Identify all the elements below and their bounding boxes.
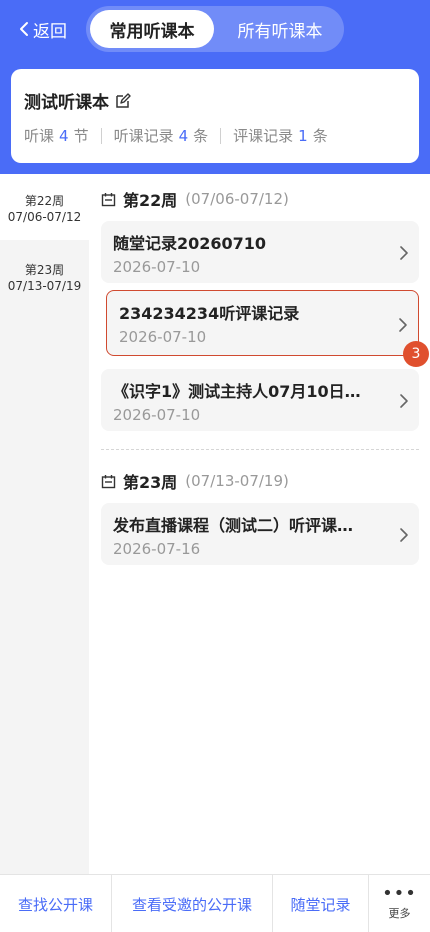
back-button[interactable]: 返回 — [18, 17, 67, 42]
stat-records-label: 听课记录 — [113, 127, 174, 145]
record-date: 2026-07-10 — [113, 406, 201, 424]
week-header: 第23周 (07/13-07/19) — [101, 469, 289, 493]
tab-all-books[interactable]: 所有听课本 — [220, 10, 340, 48]
chevron-right-icon — [400, 394, 408, 408]
find-public-class-button[interactable]: 查找公开课 — [0, 875, 112, 932]
week-label: 第22周 — [123, 191, 178, 210]
calendar-icon — [101, 192, 116, 206]
record-item[interactable]: 发布直播课程（测试二）听评课… 2026-07-16 — [101, 503, 419, 565]
more-button[interactable]: ••• 更多 — [369, 875, 430, 932]
stat-lessons-unit: 节 — [73, 127, 89, 145]
sidebar-week-range: 07/06-07/12 — [7, 210, 82, 224]
book-stats: 听课 4 节 听课记录 4 条 评课记录 1 条 — [24, 125, 328, 146]
sidebar-week-label: 第22周 — [24, 194, 65, 208]
record-date: 2026-07-10 — [119, 328, 207, 346]
bottom-action-bar: 查找公开课 查看受邀的公开课 随堂记录 ••• 更多 — [0, 874, 430, 932]
week-label: 第23周 — [123, 473, 178, 492]
record-title: 234234234听评课记录 — [119, 304, 300, 323]
week-divider — [101, 449, 419, 450]
count-badge: 3 — [403, 341, 429, 367]
chevron-right-icon — [400, 528, 408, 542]
chevron-right-icon — [399, 318, 407, 332]
week-range: (07/13-07/19) — [185, 472, 289, 490]
more-label: 更多 — [388, 907, 411, 920]
stat-reviews-value: 1 — [298, 126, 308, 145]
week-sidebar: 第22周 07/06-07/12 第23周 07/13-07/19 — [0, 174, 89, 874]
book-title: 测试听课本 — [24, 93, 109, 113]
record-title: 《识字1》测试主持人07月10日… — [113, 382, 361, 401]
stat-records-unit: 条 — [193, 127, 209, 145]
stat-divider — [220, 127, 222, 144]
record-date: 2026-07-16 — [113, 540, 201, 558]
tab-common-books[interactable]: 常用听课本 — [90, 10, 214, 48]
stat-reviews-label: 评课记录 — [233, 127, 294, 145]
classroom-record-button[interactable]: 随堂记录 — [273, 875, 369, 932]
edit-icon[interactable] — [115, 92, 131, 109]
book-info-card: 测试听课本 听课 4 节 听课记录 4 条 评课记录 1 条 — [11, 69, 419, 163]
record-item-highlighted[interactable]: 234234234听评课记录 2026-07-10 — [106, 290, 419, 356]
record-item[interactable]: 随堂记录20260710 2026-07-10 — [101, 221, 419, 283]
chevron-right-icon — [400, 246, 408, 260]
book-title-row: 测试听课本 — [24, 88, 131, 113]
record-title: 随堂记录20260710 — [113, 234, 267, 253]
stat-records-value: 4 — [178, 126, 189, 145]
sidebar-week-label: 第23周 — [24, 263, 65, 277]
back-label: 返回 — [33, 21, 67, 42]
record-title: 发布直播课程（测试二）听评课… — [113, 516, 354, 535]
stat-lessons-label: 听课 — [24, 127, 55, 145]
sidebar-item-week-22[interactable]: 第22周 07/06-07/12 — [0, 174, 89, 240]
more-dots-icon: ••• — [382, 883, 417, 904]
stat-reviews-unit: 条 — [312, 127, 328, 145]
stat-lessons-value: 4 — [59, 126, 69, 145]
record-date: 2026-07-10 — [113, 258, 201, 276]
record-item[interactable]: 《识字1》测试主持人07月10日… 2026-07-10 — [101, 369, 419, 431]
calendar-icon — [101, 474, 116, 488]
book-type-switcher: 常用听课本 所有听课本 — [86, 6, 344, 52]
view-invited-class-button[interactable]: 查看受邀的公开课 — [112, 875, 273, 932]
sidebar-week-range: 07/13-07/19 — [7, 279, 82, 293]
week-range: (07/06-07/12) — [185, 190, 289, 208]
sidebar-item-week-23[interactable]: 第23周 07/13-07/19 — [0, 243, 89, 309]
chevron-left-icon — [20, 22, 28, 36]
stat-divider — [100, 127, 102, 144]
week-header: 第22周 (07/06-07/12) — [101, 187, 289, 211]
